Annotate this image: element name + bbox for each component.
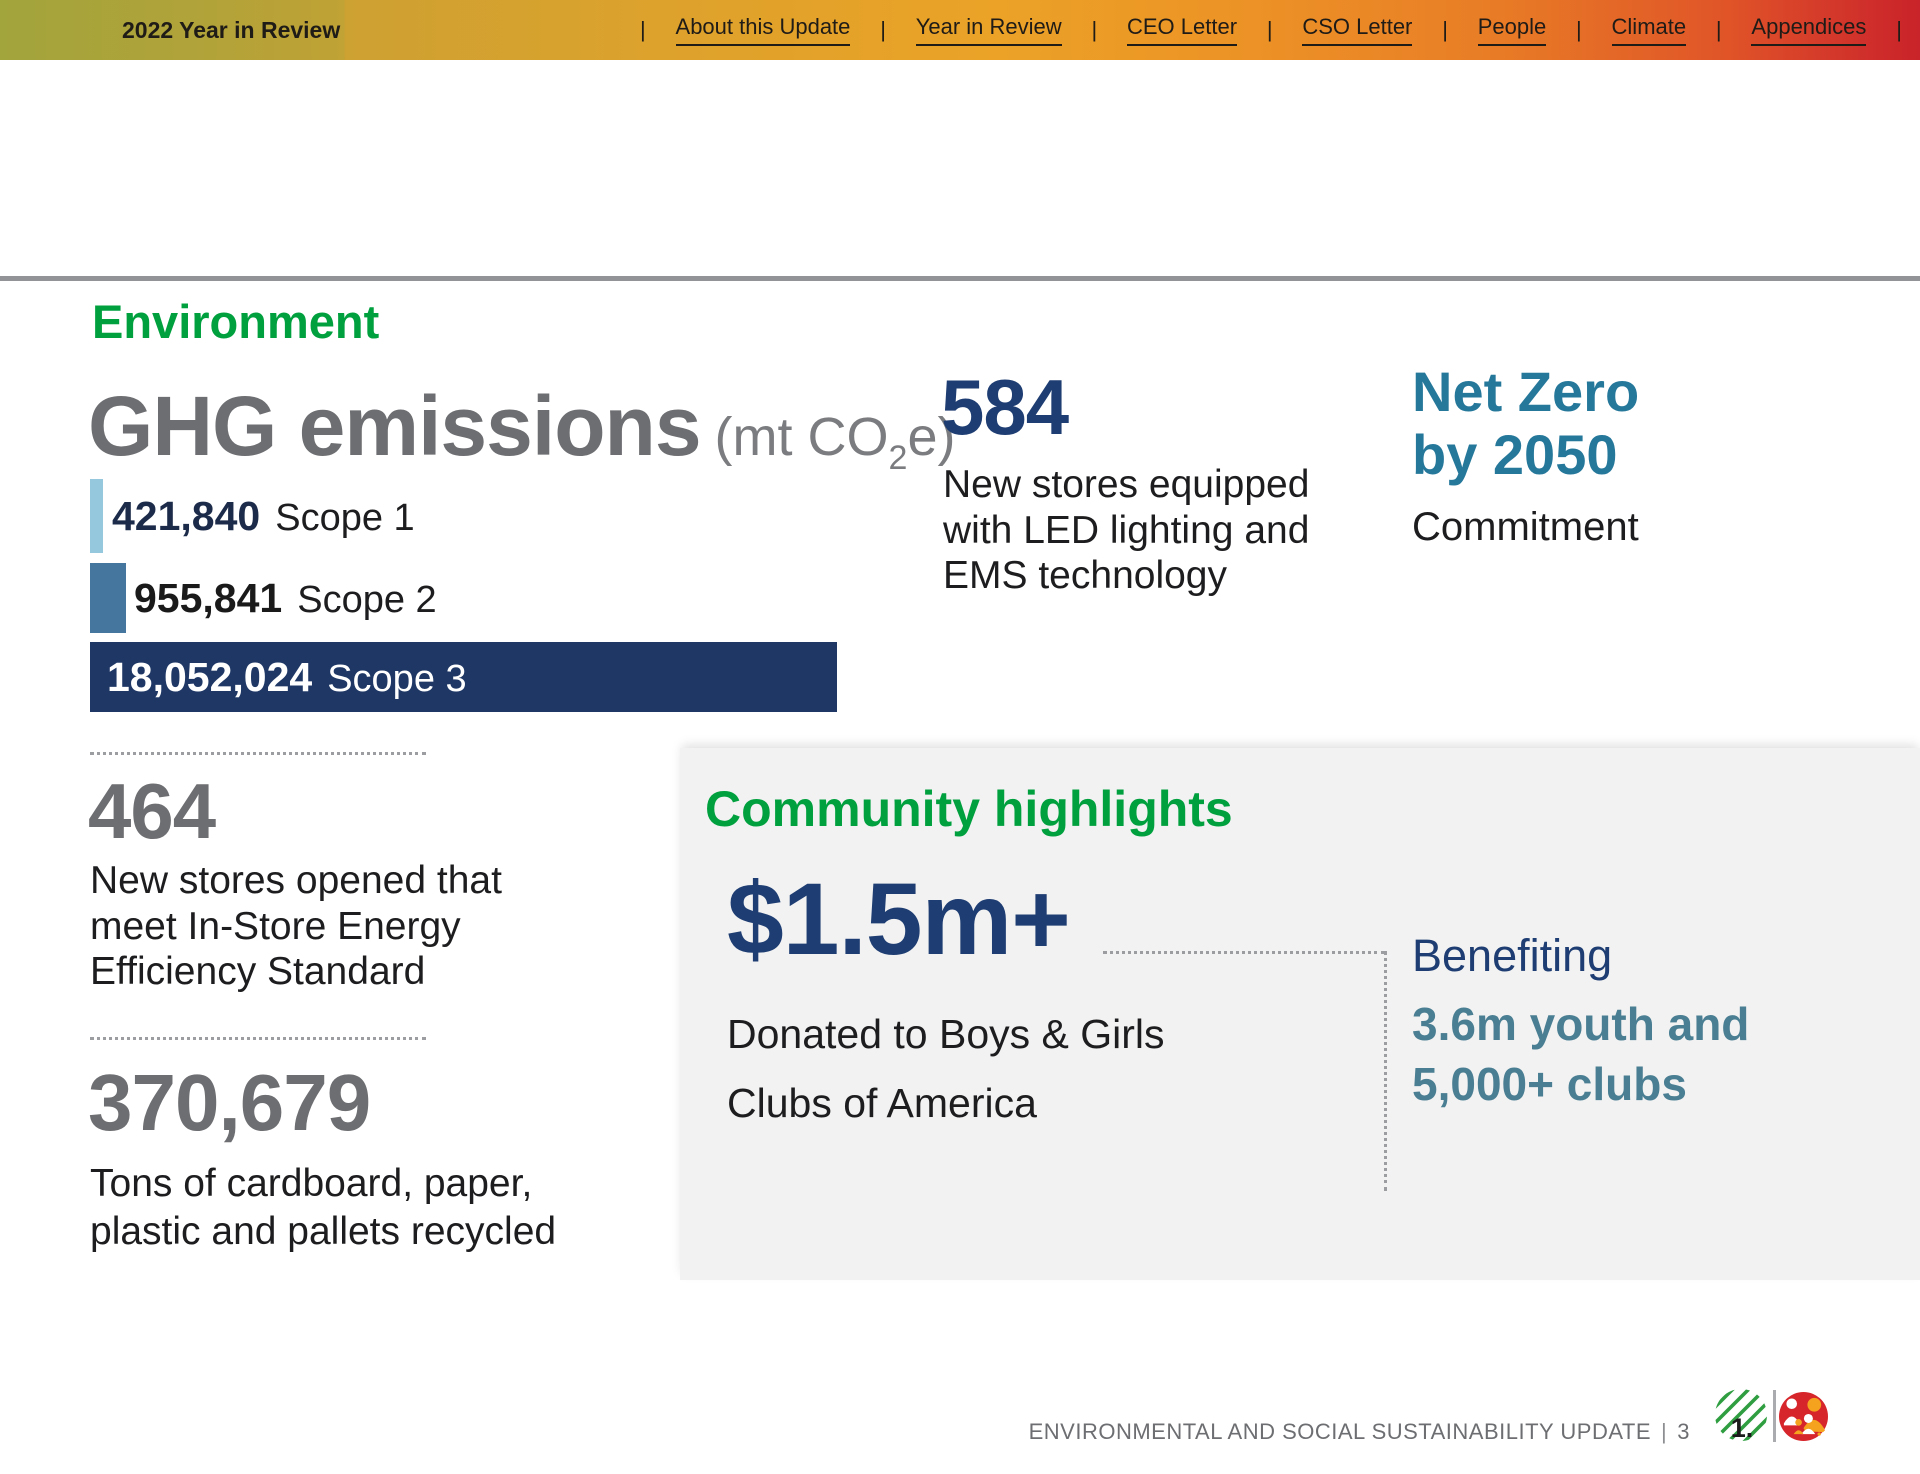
top-gradient-bar: 2022 Year in Review | About this Update … <box>0 0 1920 60</box>
footer-title: ENVIRONMENTAL AND SOCIAL SUSTAINABILITY … <box>1029 1419 1651 1444</box>
dotted-rule <box>90 1037 426 1040</box>
nav-separator: | <box>1091 17 1097 43</box>
scope1-row: 421,840 Scope 1 <box>90 479 890 553</box>
scope1-bar <box>90 479 103 553</box>
ghg-unit: (mt CO2e) <box>715 407 956 467</box>
stat-370679-value: 370,679 <box>88 1062 370 1144</box>
net-zero-sub: Commitment <box>1412 505 1639 550</box>
scope1-value: 421,840 <box>112 493 260 540</box>
nav-link-people[interactable]: People <box>1478 14 1547 46</box>
dotted-connector-horizontal <box>1103 951 1385 954</box>
section-divider <box>0 276 1920 281</box>
benefit-label: Benefiting <box>1412 930 1612 982</box>
scope3-label: Scope 3 <box>327 658 466 701</box>
scope2-row: 955,841 Scope 2 <box>90 563 890 633</box>
dollar-tree-logo: 1. <box>1714 1388 1768 1442</box>
svg-text:1.: 1. <box>1731 1413 1754 1442</box>
nav-link-climate[interactable]: Climate <box>1612 14 1687 46</box>
net-zero-headline: Net Zero by 2050 <box>1412 360 1639 486</box>
dotted-rule <box>90 752 426 755</box>
nav-separator: | <box>1716 17 1722 43</box>
nav-link-cso-letter[interactable]: CSO Letter <box>1302 14 1412 46</box>
top-navigation: | About this Update | Year in Review | C… <box>640 0 1902 60</box>
ghg-bar-chart: 421,840 Scope 1 955,841 Scope 2 18,052,0… <box>90 479 890 712</box>
scope3-value: 18,052,024 <box>107 654 312 701</box>
benefit-description: 3.6m youth and 5,000+ clubs <box>1412 994 1749 1114</box>
nav-separator: | <box>880 17 886 43</box>
nav-separator: | <box>1442 17 1448 43</box>
nav-link-ceo-letter[interactable]: CEO Letter <box>1127 14 1237 46</box>
dotted-connector-vertical <box>1384 951 1387 1191</box>
report-page: 2022 Year in Review | About this Update … <box>0 0 1920 1474</box>
nav-separator: | <box>1267 17 1273 43</box>
page-number: 3 <box>1677 1419 1690 1444</box>
stat-464-value: 464 <box>88 772 215 852</box>
nav-link-appendices[interactable]: Appendices <box>1751 14 1866 46</box>
donation-value: $1.5m+ <box>727 866 1070 972</box>
scope2-value: 955,841 <box>134 575 282 622</box>
stat-584-value: 584 <box>941 368 1068 448</box>
edition-title: 2022 Year in Review <box>122 0 340 60</box>
environment-section-label: Environment <box>92 296 379 348</box>
nav-separator: | <box>1576 17 1582 43</box>
nav-separator: | <box>640 17 646 43</box>
stat-370679-description: Tons of cardboard, paper, plastic and pa… <box>90 1160 556 1255</box>
scope1-label: Scope 1 <box>275 497 414 540</box>
ghg-title-text: GHG emissions <box>88 379 701 473</box>
ghg-emissions-title: GHG emissions(mt CO2e) <box>88 378 955 478</box>
nav-separator: | <box>1896 17 1902 43</box>
scope3-row: 18,052,024 Scope 3 <box>90 642 890 712</box>
scope2-bar <box>90 563 126 633</box>
nav-link-year-in-review[interactable]: Year in Review <box>916 14 1062 46</box>
community-highlights-heading: Community highlights <box>705 780 1233 838</box>
scope2-label: Scope 2 <box>297 579 436 622</box>
stat-584-description: New stores equipped with LED lighting an… <box>943 462 1309 599</box>
nav-link-about[interactable]: About this Update <box>676 14 851 46</box>
donation-description: Donated to Boys & Girls Clubs of America <box>727 1000 1165 1138</box>
footer-caption: ENVIRONMENTAL AND SOCIAL SUSTAINABILITY … <box>1000 1419 1690 1445</box>
footer-separator: | <box>1661 1419 1667 1444</box>
logo-divider <box>1773 1390 1776 1442</box>
stat-464-description: New stores opened that meet In-Store Ene… <box>90 858 502 995</box>
family-dollar-logo <box>1779 1392 1828 1441</box>
